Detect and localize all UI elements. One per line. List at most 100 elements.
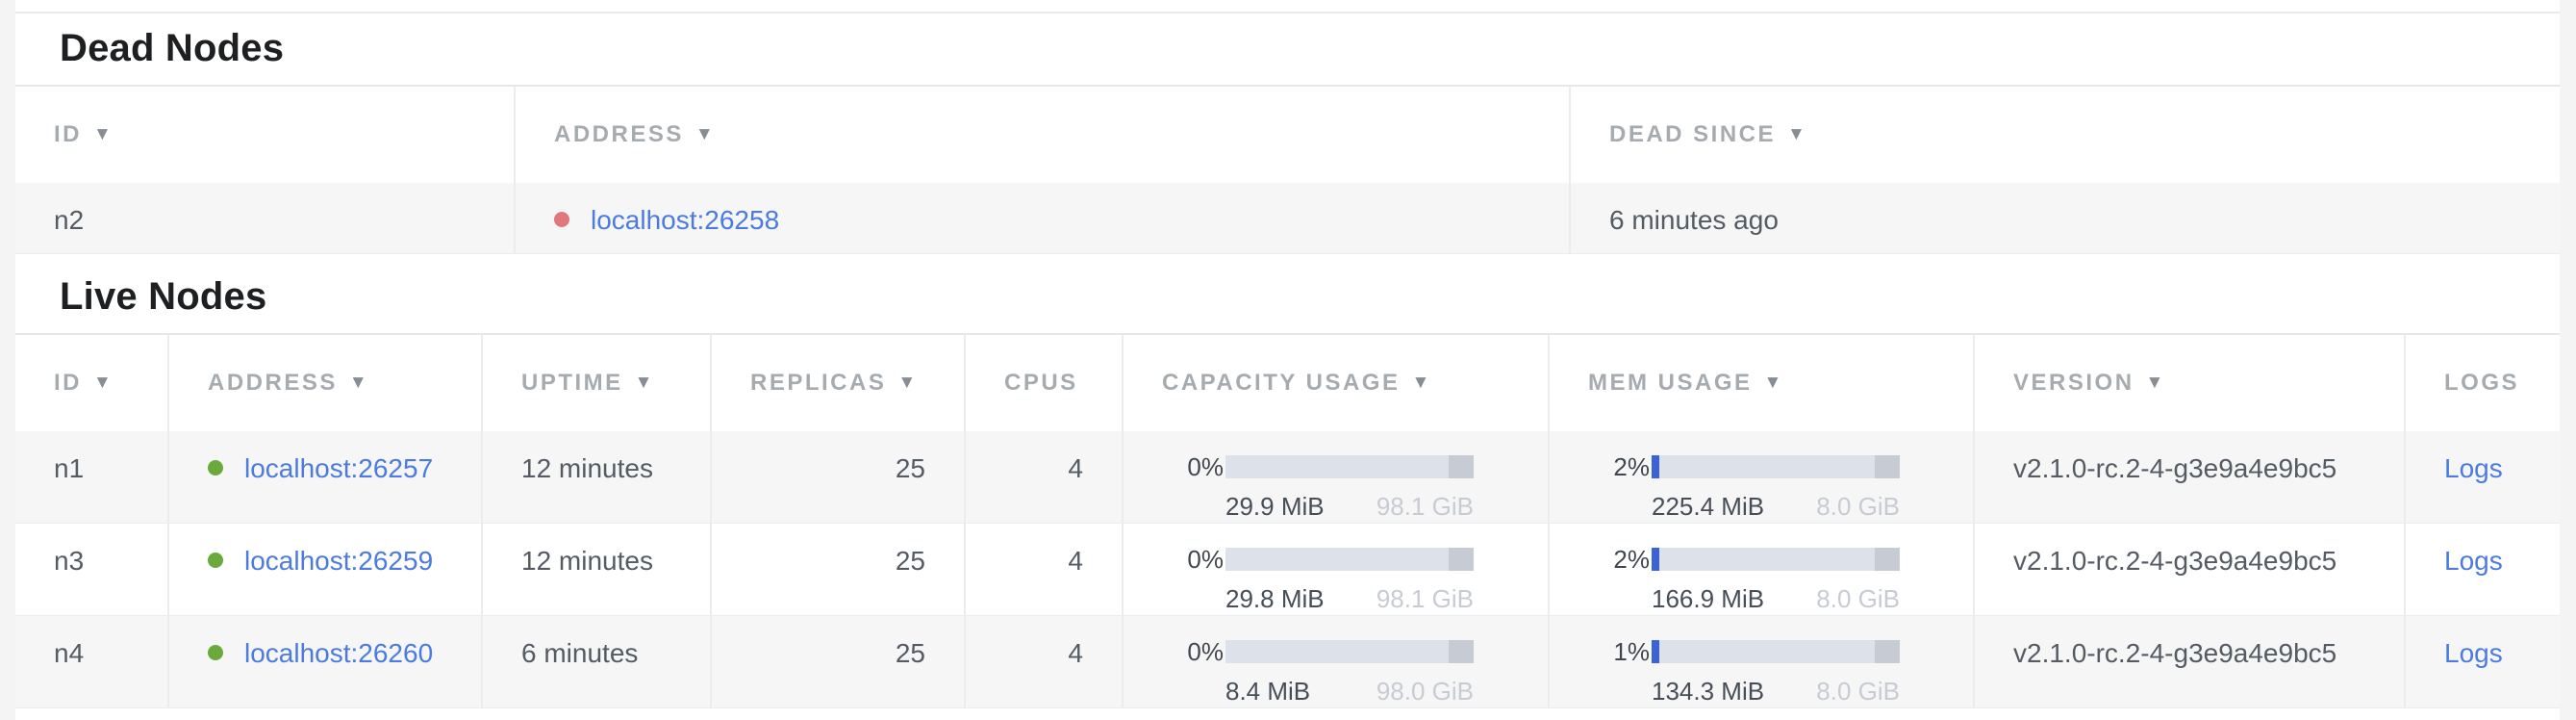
uptime-cell: 12 minutes (481, 431, 710, 523)
mem-usage-bar (1652, 548, 1900, 571)
column-header-id[interactable]: ID ▼ (15, 335, 167, 431)
bar-used-segment (1652, 548, 1659, 571)
sort-desc-icon: ▼ (2146, 373, 2164, 394)
sort-desc-icon: ▼ (1411, 373, 1429, 394)
bar-used-segment (1652, 455, 1659, 478)
cpus-cell: 4 (964, 524, 1122, 615)
node-address-cell: localhost:26258 (514, 183, 1569, 253)
table-row: n3 localhost:26259 12 minutes 25 4 0% 29… (15, 524, 2560, 616)
column-header-label: DEAD SINCE (1609, 121, 1776, 148)
logs-link[interactable]: Logs (2444, 546, 2503, 576)
sort-desc-icon: ▼ (897, 373, 916, 394)
sort-desc-icon: ▼ (695, 124, 714, 145)
column-header-label: VERSION (2013, 370, 2134, 397)
capacity-percent: 0% (1181, 543, 1224, 576)
capacity-used-value: 29.9 MiB (1225, 492, 1325, 521)
capacity-percent: 0% (1181, 450, 1224, 483)
table-row: n2 localhost:26258 6 minutes ago (15, 183, 2560, 254)
node-address-cell: localhost:26259 (167, 524, 481, 615)
sort-desc-icon: ▼ (93, 373, 112, 394)
mem-usage-cell: 2% 225.4 MiB 8.0 GiB (1548, 431, 1973, 523)
cpus-cell: 4 (964, 616, 1122, 707)
capacity-total-value: 98.1 GiB (1376, 584, 1474, 613)
mem-used-value: 134.3 MiB (1652, 677, 1764, 706)
mem-usage-bar (1652, 455, 1900, 478)
capacity-total-value: 98.1 GiB (1376, 492, 1474, 521)
column-header-label: REPLICAS (750, 370, 886, 397)
column-header-id[interactable]: ID ▼ (15, 87, 514, 183)
logs-cell: Logs (2404, 616, 2560, 707)
node-id-cell: n3 (15, 524, 167, 615)
mem-total-value: 8.0 GiB (1816, 584, 1900, 613)
node-address-cell: localhost:26260 (167, 616, 481, 707)
bar-end-segment (1449, 548, 1474, 571)
node-address-cell: localhost:26257 (167, 431, 481, 523)
mem-usage-cell: 2% 166.9 MiB 8.0 GiB (1548, 524, 1973, 615)
table-row: n4 localhost:26260 6 minutes 25 4 0% 8.4… (15, 616, 2560, 708)
capacity-used-value: 29.8 MiB (1225, 584, 1325, 613)
column-header-label: ID (54, 370, 82, 397)
column-header-mem-usage[interactable]: MEM USAGE ▼ (1548, 335, 1973, 431)
mem-percent: 2% (1607, 450, 1650, 483)
bar-used-segment (1652, 640, 1659, 663)
mem-usage-bar (1652, 640, 1900, 663)
live-nodes-header-row: ID ▼ ADDRESS ▼ UPTIME ▼ REPLICAS ▼ CPUS … (15, 333, 2560, 431)
column-header-label: CAPACITY USAGE (1162, 370, 1400, 397)
column-header-cpus: CPUS (964, 335, 1122, 431)
column-header-address[interactable]: ADDRESS ▼ (514, 87, 1569, 183)
column-header-label: ID (54, 121, 82, 148)
version-cell: v2.1.0-rc.2-4-g3e9a4e9bc5 (1973, 431, 2404, 523)
bar-end-segment (1449, 640, 1474, 663)
column-header-logs: LOGS (2404, 335, 2560, 431)
mem-used-value: 166.9 MiB (1652, 584, 1764, 613)
capacity-usage-cell: 0% 29.9 MiB 98.1 GiB (1122, 431, 1548, 523)
sort-desc-icon: ▼ (635, 373, 653, 394)
logs-cell: Logs (2404, 524, 2560, 615)
column-header-label: MEM USAGE (1588, 370, 1753, 397)
capacity-usage-bar (1225, 455, 1474, 478)
column-header-label: ADDRESS (208, 370, 338, 397)
mem-percent: 1% (1607, 635, 1650, 668)
column-header-label: LOGS (2444, 370, 2519, 397)
column-header-version[interactable]: VERSION ▼ (1973, 335, 2404, 431)
node-id-cell: n4 (15, 616, 167, 707)
logs-link[interactable]: Logs (2444, 638, 2503, 668)
column-header-dead-since[interactable]: DEAD SINCE ▼ (1569, 87, 2560, 183)
node-id-cell: n2 (15, 183, 514, 253)
column-header-capacity-usage[interactable]: CAPACITY USAGE ▼ (1122, 335, 1548, 431)
mem-total-value: 8.0 GiB (1816, 492, 1900, 521)
replicas-cell: 25 (710, 616, 964, 707)
logs-link[interactable]: Logs (2444, 453, 2503, 483)
sort-desc-icon: ▼ (93, 124, 112, 145)
node-address-link[interactable]: localhost:26257 (244, 453, 433, 483)
node-address-link[interactable]: localhost:26258 (591, 205, 779, 235)
capacity-usage-cell: 0% 8.4 MiB 98.0 GiB (1122, 616, 1548, 707)
capacity-usage-bar (1225, 640, 1474, 663)
live-nodes-title: Live Nodes (15, 270, 2560, 323)
column-header-address[interactable]: ADDRESS ▼ (167, 335, 481, 431)
dead-nodes-table: ID ▼ ADDRESS ▼ DEAD SINCE ▼ n2 localhost… (15, 85, 2560, 254)
cpus-cell: 4 (964, 431, 1122, 523)
uptime-cell: 6 minutes (481, 616, 710, 707)
bar-end-segment (1449, 455, 1474, 478)
capacity-used-value: 8.4 MiB (1225, 677, 1310, 706)
dead-since-cell: 6 minutes ago (1569, 183, 2560, 253)
column-header-uptime[interactable]: UPTIME ▼ (481, 335, 710, 431)
column-header-replicas[interactable]: REPLICAS ▼ (710, 335, 964, 431)
mem-used-value: 225.4 MiB (1652, 492, 1764, 521)
live-nodes-table: ID ▼ ADDRESS ▼ UPTIME ▼ REPLICAS ▼ CPUS … (15, 333, 2560, 708)
mem-total-value: 8.0 GiB (1816, 677, 1900, 706)
mem-percent: 2% (1607, 543, 1650, 576)
uptime-cell: 12 minutes (481, 524, 710, 615)
dead-nodes-title: Dead Nodes (15, 21, 2560, 75)
sort-desc-icon: ▼ (1787, 124, 1806, 145)
node-list-panel: Dead Nodes ID ▼ ADDRESS ▼ DEAD SINCE ▼ n… (15, 0, 2560, 720)
version-cell: v2.1.0-rc.2-4-g3e9a4e9bc5 (1973, 616, 2404, 707)
bar-end-segment (1875, 455, 1900, 478)
node-address-link[interactable]: localhost:26259 (244, 546, 433, 576)
capacity-total-value: 98.0 GiB (1376, 677, 1474, 706)
node-live-status-icon (208, 645, 223, 660)
node-address-link[interactable]: localhost:26260 (244, 638, 433, 668)
capacity-usage-cell: 0% 29.8 MiB 98.1 GiB (1122, 524, 1548, 615)
top-divider (15, 12, 2560, 13)
